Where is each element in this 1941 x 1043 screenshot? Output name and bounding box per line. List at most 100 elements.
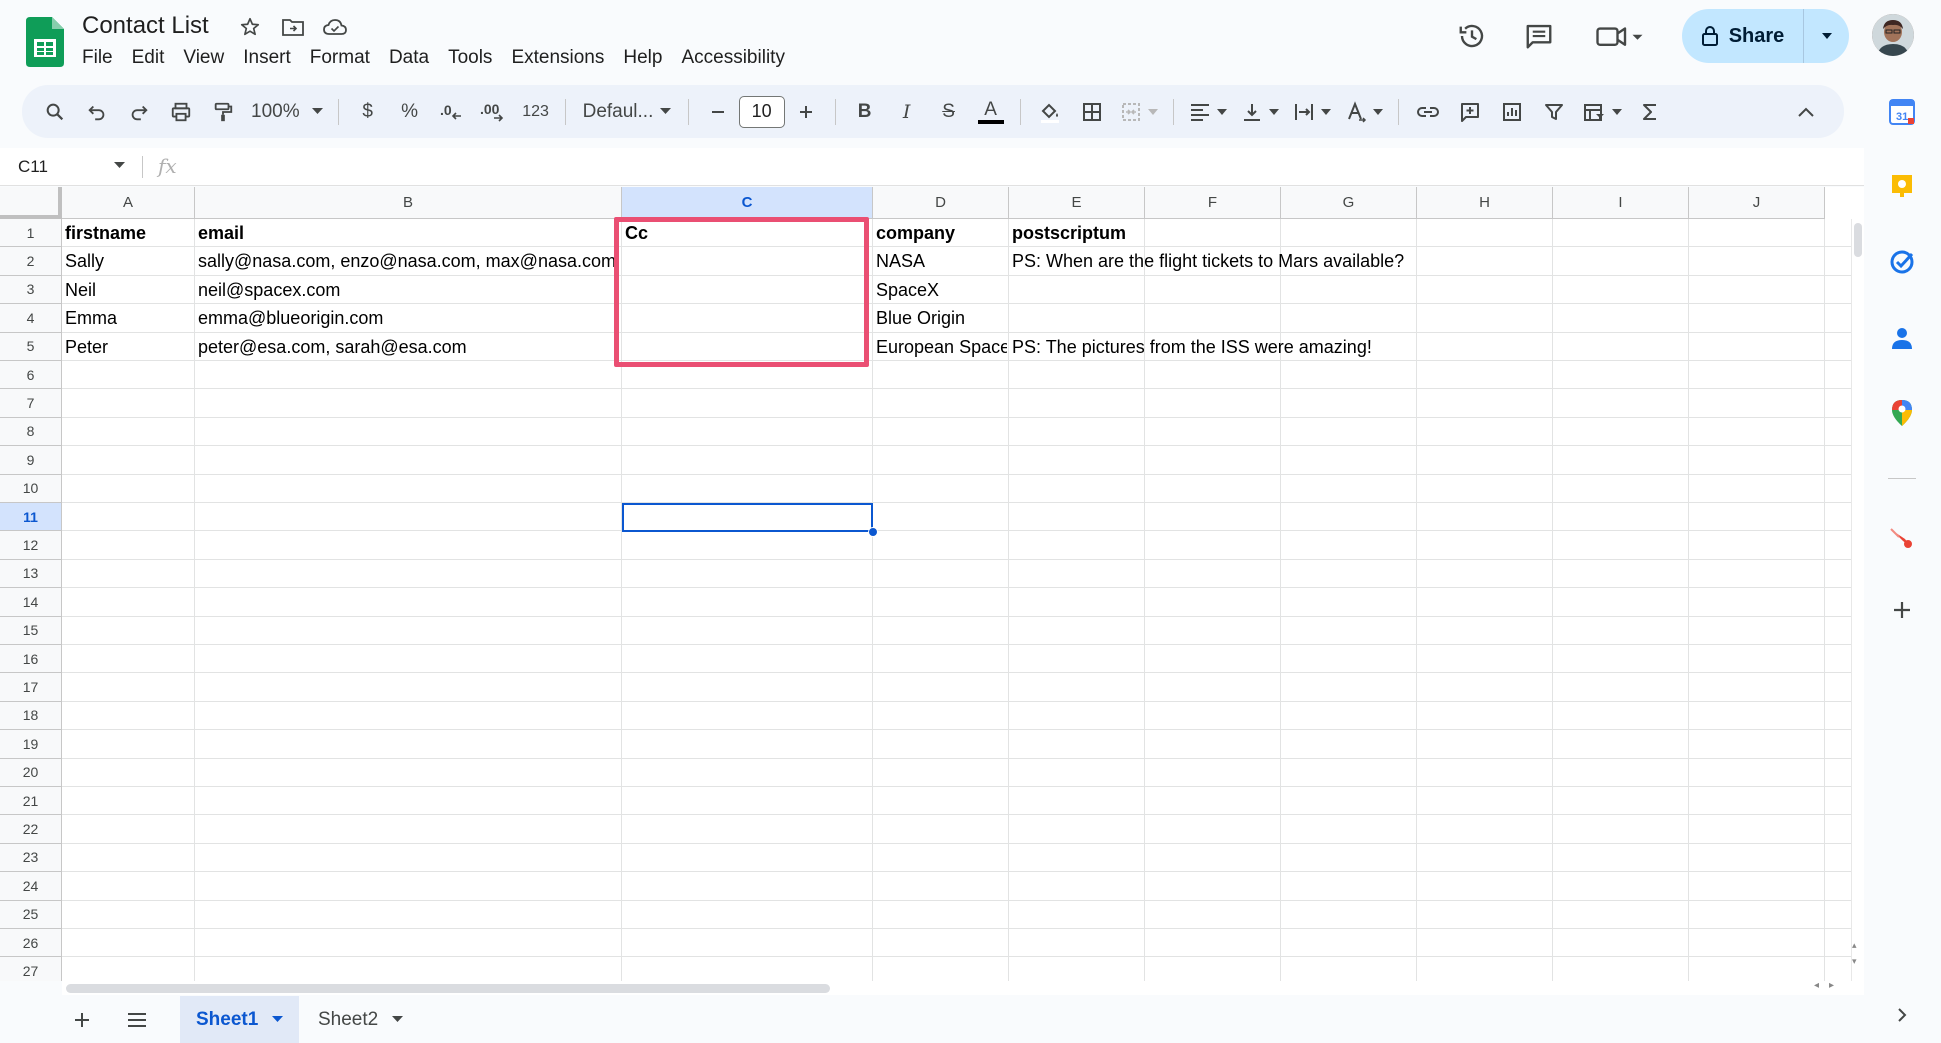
column-header-d[interactable]: D xyxy=(873,187,1009,219)
keep-icon[interactable] xyxy=(1887,172,1917,202)
column-header-h[interactable]: H xyxy=(1417,187,1553,219)
insert-comment-icon[interactable] xyxy=(1452,94,1488,130)
menu-tools[interactable]: Tools xyxy=(448,45,492,71)
horizontal-align-icon[interactable] xyxy=(1185,94,1231,130)
row-header-27[interactable]: 27 xyxy=(0,957,62,981)
functions-icon[interactable] xyxy=(1632,94,1668,130)
formula-input[interactable] xyxy=(190,152,1850,182)
column-header-b[interactable]: B xyxy=(195,187,622,219)
cell-e5[interactable]: PS: The pictures from the ISS were amazi… xyxy=(1010,333,1372,361)
row-header-5[interactable]: 5 xyxy=(0,332,62,361)
print-icon[interactable] xyxy=(163,94,199,130)
menu-help[interactable]: Help xyxy=(623,45,662,71)
font-select[interactable]: Defaul... xyxy=(577,94,677,130)
row-header-23[interactable]: 23 xyxy=(0,843,62,873)
menu-format[interactable]: Format xyxy=(310,45,370,71)
row-header-18[interactable]: 18 xyxy=(0,701,62,731)
vertical-align-icon[interactable] xyxy=(1237,94,1283,130)
vertical-scroll-arrows[interactable]: ▴ ▾ xyxy=(1852,937,1857,969)
row-header-16[interactable]: 16 xyxy=(0,645,62,674)
text-color-button[interactable]: A xyxy=(973,94,1009,130)
cell-a4[interactable]: Emma xyxy=(63,304,194,332)
cell-d1[interactable]: company xyxy=(874,219,1008,247)
share-dropdown-button[interactable] xyxy=(1804,9,1849,63)
column-header-c[interactable]: C xyxy=(622,187,873,219)
star-icon[interactable] xyxy=(237,14,263,40)
name-box[interactable]: C11 xyxy=(18,157,48,177)
sheets-logo-icon[interactable] xyxy=(26,17,64,67)
row-header-25[interactable]: 25 xyxy=(0,900,62,929)
column-header-j[interactable]: J xyxy=(1689,187,1825,219)
insert-chart-icon[interactable] xyxy=(1494,94,1530,130)
zoom-select[interactable]: 100% xyxy=(247,94,327,130)
horizontal-scroll-arrows[interactable]: ◂▸ xyxy=(1814,980,1844,991)
redo-icon[interactable] xyxy=(121,94,157,130)
currency-format-button[interactable]: $ xyxy=(350,94,386,130)
row-header-15[interactable]: 15 xyxy=(0,616,62,645)
row-header-12[interactable]: 12 xyxy=(0,531,62,560)
cell-a5[interactable]: Peter xyxy=(63,333,194,361)
filter-icon[interactable] xyxy=(1536,94,1572,130)
menu-data[interactable]: Data xyxy=(389,45,429,71)
insert-link-icon[interactable] xyxy=(1410,94,1446,130)
cell-b5[interactable]: peter@esa.com, sarah@esa.com xyxy=(196,333,621,361)
cell-d2[interactable]: NASA xyxy=(874,247,1008,275)
move-folder-icon[interactable] xyxy=(280,14,306,40)
menu-accessibility[interactable]: Accessibility xyxy=(681,45,784,71)
vertical-scrollbar[interactable] xyxy=(1851,219,1864,981)
fill-handle[interactable] xyxy=(868,527,878,537)
menu-file[interactable]: File xyxy=(82,45,113,71)
cell-d3[interactable]: SpaceX xyxy=(874,276,1008,304)
font-size-input[interactable]: 10 xyxy=(738,95,785,128)
cell-b4[interactable]: emma@blueorigin.com xyxy=(196,304,621,332)
horizontal-scrollbar[interactable]: ◂▸ xyxy=(62,980,1864,995)
decrease-decimal-button[interactable]: .0 xyxy=(434,94,470,130)
row-header-10[interactable]: 10 xyxy=(0,474,62,503)
undo-icon[interactable] xyxy=(79,94,115,130)
row-header-26[interactable]: 26 xyxy=(0,929,62,958)
avatar[interactable] xyxy=(1872,14,1914,56)
comments-icon[interactable] xyxy=(1519,16,1559,56)
cell-d5[interactable]: European Space xyxy=(874,333,1007,361)
row-header-19[interactable]: 19 xyxy=(0,730,62,759)
increase-decimal-button[interactable]: .00 xyxy=(476,94,512,130)
share-button[interactable]: Share xyxy=(1682,9,1849,63)
add-sheet-icon[interactable] xyxy=(66,1004,98,1036)
row-header-7[interactable]: 7 xyxy=(0,389,62,418)
tasks-icon[interactable] xyxy=(1887,247,1917,277)
calendar-icon[interactable]: 31 xyxy=(1887,97,1917,127)
column-header-i[interactable]: I xyxy=(1553,187,1689,219)
contacts-icon[interactable] xyxy=(1887,323,1917,353)
row-header-14[interactable]: 14 xyxy=(0,588,62,617)
paint-format-icon[interactable] xyxy=(205,94,241,130)
meet-call-icon[interactable] xyxy=(1590,16,1650,56)
filter-views-icon[interactable] xyxy=(1578,94,1626,130)
menu-insert[interactable]: Insert xyxy=(243,45,291,71)
caret-down-icon[interactable] xyxy=(114,162,125,169)
row-header-13[interactable]: 13 xyxy=(0,559,62,589)
decrease-font-size-icon[interactable] xyxy=(700,94,736,130)
vertical-scroll-thumb[interactable] xyxy=(1854,223,1862,257)
horizontal-scroll-thumb[interactable] xyxy=(66,984,830,993)
borders-icon[interactable] xyxy=(1074,94,1110,130)
row-header-6[interactable]: 6 xyxy=(0,361,62,390)
bold-button[interactable]: B xyxy=(847,94,883,130)
cell-a3[interactable]: Neil xyxy=(63,276,194,304)
row-header-22[interactable]: 22 xyxy=(0,815,62,844)
column-header-f[interactable]: F xyxy=(1145,187,1281,219)
row-header-2[interactable]: 2 xyxy=(0,247,62,276)
row-header-3[interactable]: 3 xyxy=(0,275,62,305)
text-wrapping-icon[interactable] xyxy=(1289,94,1335,130)
strikethrough-button[interactable]: S xyxy=(931,94,967,130)
cell-a2[interactable]: Sally xyxy=(63,247,194,275)
cell-b3[interactable]: neil@spacex.com xyxy=(196,276,621,304)
row-header-20[interactable]: 20 xyxy=(0,758,62,787)
collapse-menus-icon[interactable] xyxy=(1788,94,1824,130)
row-header-9[interactable]: 9 xyxy=(0,446,62,475)
tab-sheet1[interactable]: Sheet1 xyxy=(180,996,300,1043)
row-header-21[interactable]: 21 xyxy=(0,787,62,816)
all-sheets-icon[interactable] xyxy=(121,1004,153,1036)
caret-down-icon[interactable] xyxy=(272,1016,284,1023)
cell-b2[interactable]: sally@nasa.com, enzo@nasa.com, max@nasa.… xyxy=(196,247,620,275)
hide-side-panel-icon[interactable] xyxy=(1887,1000,1917,1030)
